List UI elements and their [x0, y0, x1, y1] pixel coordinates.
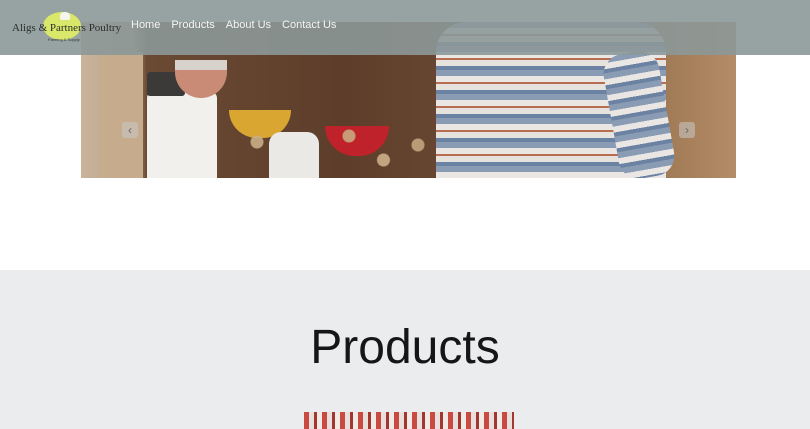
wooden-post — [101, 52, 143, 178]
brand-tagline: Farming & Supply — [48, 37, 80, 42]
products-section: Products — [0, 270, 810, 429]
bottle — [269, 132, 319, 178]
carousel-next-button[interactable]: › — [679, 122, 695, 138]
nav-products[interactable]: Products — [171, 19, 214, 31]
products-heading: Products — [310, 321, 500, 374]
chevron-left-icon: ‹ — [128, 123, 132, 137]
product-image[interactable] — [304, 412, 514, 429]
nav-about-us[interactable]: About Us — [226, 19, 271, 31]
chevron-right-icon: › — [685, 123, 689, 137]
nav-contact-us[interactable]: Contact Us — [282, 19, 336, 31]
carousel-prev-button[interactable]: ‹ — [122, 122, 138, 138]
chicks — [211, 118, 441, 178]
bird-logo-icon — [60, 12, 70, 20]
water-jug — [147, 92, 217, 178]
main-nav: Home Products About Us Contact Us — [131, 19, 336, 31]
top-navbar: Aligs & Partners Poultry Farming & Suppl… — [0, 0, 810, 55]
nav-home[interactable]: Home — [131, 19, 160, 31]
heat-lamp-ring — [175, 60, 227, 70]
brand-logo[interactable]: Aligs & Partners Poultry Farming & Suppl… — [12, 10, 122, 42]
brand-name: Aligs & Partners Poultry — [12, 22, 122, 34]
